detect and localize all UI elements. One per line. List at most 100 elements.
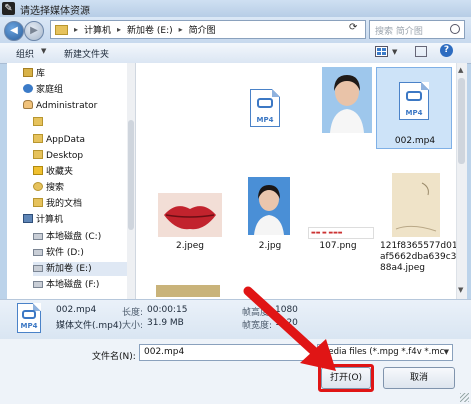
nav-item-appdata[interactable]: AppData [33, 133, 85, 147]
portrait-thumbnail [248, 177, 290, 235]
nav-item-label: 我的文档 [46, 199, 83, 209]
file-tile-121f-jpeg[interactable]: 121f8365577d01af5662dba639c388a4.jpeg [380, 171, 458, 273]
nav-item-folder[interactable] [33, 116, 46, 130]
nav-item-label: 软件 (D:) [46, 248, 84, 258]
file-name: 002.mp4 [394, 136, 436, 146]
chevron-down-icon[interactable]: ▼ [443, 348, 449, 356]
folder-icon [33, 134, 43, 143]
nav-item-documents[interactable]: 我的文档 [33, 197, 82, 211]
organize-button[interactable]: 组织 [16, 47, 34, 60]
nav-item-search[interactable]: 搜索 [33, 181, 64, 195]
paper-thumbnail [392, 173, 440, 237]
file-tile-2-jpeg[interactable]: 2.jpeg [154, 181, 226, 253]
video-file-icon: MP4 [17, 303, 41, 333]
nav-item-favorites[interactable]: 收藏夹 [33, 165, 73, 179]
folder-icon [55, 24, 68, 35]
nav-item-label: AppData [46, 135, 86, 145]
nav-item-drive-c[interactable]: 本地磁盘 (C:) [33, 230, 101, 244]
refresh-icon[interactable]: ⟳ [349, 22, 357, 33]
scroll-down-icon[interactable]: ▼ [458, 286, 463, 294]
drive-icon [33, 249, 43, 256]
breadcrumb-item-computer[interactable]: 计算机 [84, 23, 111, 36]
user-icon [23, 100, 33, 109]
file-name: 121f8365577d01af5662dba639c388a4.jpeg [380, 241, 458, 273]
nav-item-label: 收藏夹 [46, 167, 74, 177]
detail-size: 31.9 MB [147, 318, 184, 328]
nav-scroll-thumb[interactable] [128, 120, 134, 230]
view-options-icon[interactable] [375, 46, 388, 57]
nav-item-label: 家庭组 [36, 85, 64, 95]
png-thumbnail: ▬▬ ▬ ▬▬▬ [308, 227, 374, 239]
nav-item-administrator[interactable]: Administrator [23, 99, 97, 113]
detail-duration: 00:00:15 [147, 305, 188, 315]
app-icon: ✎ [2, 2, 15, 15]
chevron-right-icon[interactable]: ▸ [117, 25, 121, 34]
file-tile-107-png[interactable]: ▬▬ ▬ ▬▬▬ 107.png [304, 191, 376, 263]
filename-label: 文件名(N): [92, 352, 136, 362]
nav-item-label: 计算机 [36, 215, 64, 225]
detail-size-label: 大小: [122, 321, 144, 331]
video-file-icon: MP4 [399, 82, 429, 120]
nav-item-computer[interactable]: 计算机 [23, 213, 63, 227]
window-title: 请选择媒体资源 [20, 6, 90, 17]
nav-item-desktop[interactable]: Desktop [33, 149, 83, 163]
file-tile-video[interactable]: MP4 [230, 73, 302, 145]
new-folder-button[interactable]: 新建文件夹 [64, 47, 109, 60]
nav-item-label: 新加卷 (E:) [46, 264, 92, 274]
file-tile-002-mp4[interactable]: MP4 002.mp4 [376, 67, 452, 149]
breadcrumb-item-folder[interactable]: 简介图 [189, 23, 216, 36]
annotation-arrow [243, 286, 336, 371]
chevron-down-icon[interactable]: ▼ [41, 47, 46, 55]
search-icon [450, 24, 460, 34]
file-tile-partial[interactable] [154, 285, 226, 299]
detail-file-name: 002.mp4 [56, 305, 97, 315]
image-thumbnail [156, 285, 220, 297]
main-scroll-thumb[interactable] [458, 78, 465, 164]
chevron-right-icon[interactable]: ▸ [179, 25, 183, 34]
homegroup-icon [23, 84, 33, 93]
help-icon[interactable]: ? [440, 44, 453, 57]
nav-item-drive-d[interactable]: 软件 (D:) [33, 246, 84, 260]
navigation-pane: 库 家庭组 Administrator AppData Desktop 收藏夹 … [7, 63, 136, 299]
nav-item-label: Desktop [46, 151, 84, 161]
file-tile-2-jpg[interactable]: 2.jpg [234, 177, 306, 251]
breadcrumb[interactable]: ▸ 计算机 ▸ 新加卷 (E:) ▸ 简介图 [50, 20, 366, 39]
nav-item-homegroup[interactable]: 家庭组 [23, 83, 63, 97]
favorites-icon [33, 166, 43, 175]
detail-file-kind: 媒体文件(.mp4) [56, 321, 123, 331]
library-icon [23, 68, 33, 77]
nav-item-drive-e[interactable]: 新加卷 (E:) [33, 262, 129, 276]
file-name: 107.png [319, 241, 357, 251]
video-file-icon: MP4 [250, 89, 280, 127]
breadcrumb-item-drive[interactable]: 新加卷 (E:) [127, 23, 173, 36]
search-input[interactable]: 搜索 简介图 [369, 20, 465, 39]
nav-item-label: 搜索 [46, 183, 65, 193]
folder-icon [33, 150, 43, 159]
resize-grip[interactable] [460, 393, 469, 402]
forward-button[interactable]: ▶ [24, 21, 44, 41]
chevron-down-icon[interactable]: ▼ [392, 48, 397, 56]
file-name: 2.jpeg [175, 241, 205, 251]
folder-icon [33, 117, 43, 126]
nav-item-drive-f[interactable]: 本地磁盘 (F:) [33, 278, 99, 292]
nav-item-label: 本地磁盘 (F:) [46, 280, 100, 290]
detail-duration-label: 长度: [122, 308, 144, 318]
drive-icon [33, 265, 43, 272]
back-button[interactable]: ◀ [4, 21, 24, 41]
nav-item-label: Administrator [36, 101, 98, 111]
search-placeholder: 搜索 简介图 [375, 27, 423, 37]
cancel-button[interactable]: 取消 [383, 367, 455, 389]
nav-item-label: 库 [36, 69, 46, 79]
nav-item-library[interactable]: 库 [23, 67, 45, 81]
drive-icon [33, 281, 43, 288]
file-list: MP4 MP4 002.mp4 2.jpeg 2.jpg ▬▬ ▬ ▬▬▬ 10… [136, 63, 458, 299]
file-tile-portrait[interactable] [312, 65, 384, 143]
folder-icon [33, 198, 43, 207]
scroll-up-icon[interactable]: ▲ [458, 66, 463, 74]
lips-thumbnail [158, 193, 222, 237]
preview-pane-icon[interactable] [415, 46, 427, 57]
chevron-right-icon: ▸ [74, 25, 79, 34]
computer-icon [23, 214, 33, 223]
portrait-thumbnail [322, 67, 372, 133]
nav-item-label: 本地磁盘 (C:) [46, 232, 102, 242]
